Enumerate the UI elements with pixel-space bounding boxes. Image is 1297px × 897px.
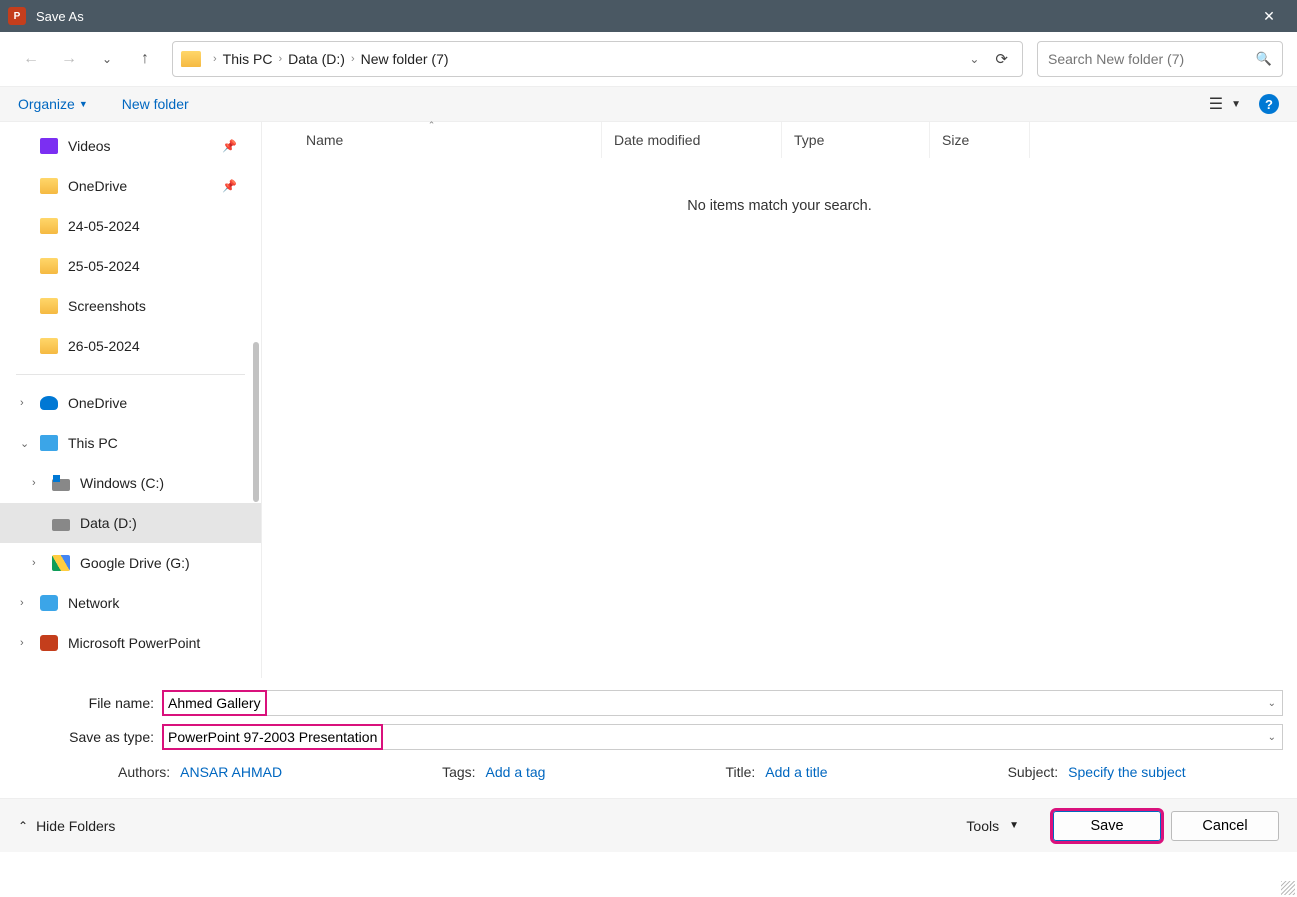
breadcrumb-item[interactable]: This PC <box>223 51 273 67</box>
cancel-button[interactable]: Cancel <box>1171 811 1279 841</box>
tools-button[interactable]: Tools▼ <box>966 818 1019 834</box>
filename-input[interactable]: Ahmed Gallery ⌄ <box>162 690 1283 716</box>
form-area: File name: Ahmed Gallery ⌄ Save as type:… <box>0 678 1297 798</box>
sidebar-item-folder[interactable]: 25-05-2024 <box>0 246 261 286</box>
app-icon: P <box>8 7 26 25</box>
help-button[interactable]: ? <box>1259 94 1279 114</box>
back-button[interactable]: ← <box>14 42 48 76</box>
window-title: Save As <box>36 9 1249 24</box>
up-button[interactable]: ↑ <box>128 42 162 76</box>
col-name[interactable]: ⌃Name <box>262 122 602 158</box>
savetype-value[interactable]: PowerPoint 97-2003 Presentation <box>162 724 383 750</box>
filename-value[interactable]: Ahmed Gallery <box>162 690 267 716</box>
sidebar-item-thispc[interactable]: ⌄This PC <box>0 423 261 463</box>
breadcrumb-sep: › <box>351 53 355 65</box>
savetype-select[interactable]: PowerPoint 97-2003 Presentation ⌄ <box>162 724 1283 750</box>
titlebar: P Save As ✕ <box>0 0 1297 32</box>
savetype-label: Save as type: <box>14 729 162 745</box>
breadcrumb-sep: › <box>278 53 282 65</box>
navbar: ← → ⌄ ↑ › This PC › Data (D:) › New fold… <box>0 32 1297 86</box>
col-size[interactable]: Size <box>930 122 1030 158</box>
empty-message: No items match your search. <box>262 158 1297 678</box>
subject-label: Subject: <box>1008 764 1059 780</box>
title-label: Title: <box>725 764 755 780</box>
authors-value[interactable]: ANSAR AHMAD <box>180 764 282 780</box>
resize-grip[interactable] <box>1281 881 1295 895</box>
tags-value[interactable]: Add a tag <box>486 764 546 780</box>
sidebar-item-folder[interactable]: 24-05-2024 <box>0 206 261 246</box>
view-list-icon[interactable]: ☰ <box>1209 94 1223 114</box>
pin-icon: 📌 <box>222 139 237 153</box>
breadcrumb-item[interactable]: Data (D:) <box>288 51 345 67</box>
sidebar-item-powerpoint[interactable]: ›Microsoft PowerPoint <box>0 623 261 663</box>
address-bar[interactable]: › This PC › Data (D:) › New folder (7) ⌄… <box>172 41 1023 77</box>
new-folder-button[interactable]: New folder <box>122 96 189 112</box>
organize-button[interactable]: Organize▼ <box>18 96 88 112</box>
authors-label: Authors: <box>118 764 170 780</box>
sidebar-item-network[interactable]: ›Network <box>0 583 261 623</box>
address-dropdown[interactable]: ⌄ <box>959 52 989 66</box>
refresh-button[interactable]: ⟳ <box>989 50 1014 68</box>
sidebar-item-folder[interactable]: Screenshots <box>0 286 261 326</box>
list-header: ⌃Name Date modified Type Size <box>262 122 1297 158</box>
search-box[interactable]: 🔍 <box>1037 41 1283 77</box>
sidebar-item-folder[interactable]: 26-05-2024 <box>0 326 261 366</box>
sidebar-item-drive-g[interactable]: ›Google Drive (G:) <box>0 543 261 583</box>
recent-dropdown[interactable]: ⌄ <box>90 42 124 76</box>
sidebar-item-onedrive-folder[interactable]: OneDrive📌 <box>0 166 261 206</box>
tags-label: Tags: <box>442 764 475 780</box>
title-value[interactable]: Add a title <box>765 764 827 780</box>
breadcrumb-sep: › <box>213 53 217 65</box>
folder-icon <box>181 51 201 67</box>
view-dropdown-icon[interactable]: ▼ <box>1231 99 1241 110</box>
sidebar-item-videos[interactable]: Videos📌 <box>0 126 261 166</box>
col-date[interactable]: Date modified <box>602 122 782 158</box>
filename-label: File name: <box>14 695 162 711</box>
file-list: ⌃Name Date modified Type Size No items m… <box>262 122 1297 678</box>
col-type[interactable]: Type <box>782 122 930 158</box>
pin-icon: 📌 <box>222 179 237 193</box>
search-icon[interactable]: 🔍 <box>1256 51 1272 67</box>
hide-folders-button[interactable]: ⌃Hide Folders <box>18 818 115 834</box>
toolbar: Organize▼ New folder ☰ ▼ ? <box>0 86 1297 122</box>
sidebar[interactable]: Videos📌 OneDrive📌 24-05-2024 25-05-2024 … <box>0 122 262 678</box>
dropdown-icon[interactable]: ⌄ <box>1268 698 1276 709</box>
sidebar-item-drive-c[interactable]: ›Windows (C:) <box>0 463 261 503</box>
save-button[interactable]: Save <box>1053 811 1161 841</box>
close-button[interactable]: ✕ <box>1249 0 1289 32</box>
footer: ⌃Hide Folders Tools▼ Save Cancel <box>0 798 1297 852</box>
search-input[interactable] <box>1048 51 1256 67</box>
forward-button[interactable]: → <box>52 42 86 76</box>
scrollbar[interactable] <box>253 342 259 502</box>
dropdown-icon[interactable]: ⌄ <box>1268 732 1276 743</box>
breadcrumb-item[interactable]: New folder (7) <box>361 51 449 67</box>
sidebar-item-drive-d[interactable]: Data (D:) <box>0 503 261 543</box>
sidebar-item-onedrive[interactable]: ›OneDrive <box>0 383 261 423</box>
subject-value[interactable]: Specify the subject <box>1068 764 1186 780</box>
